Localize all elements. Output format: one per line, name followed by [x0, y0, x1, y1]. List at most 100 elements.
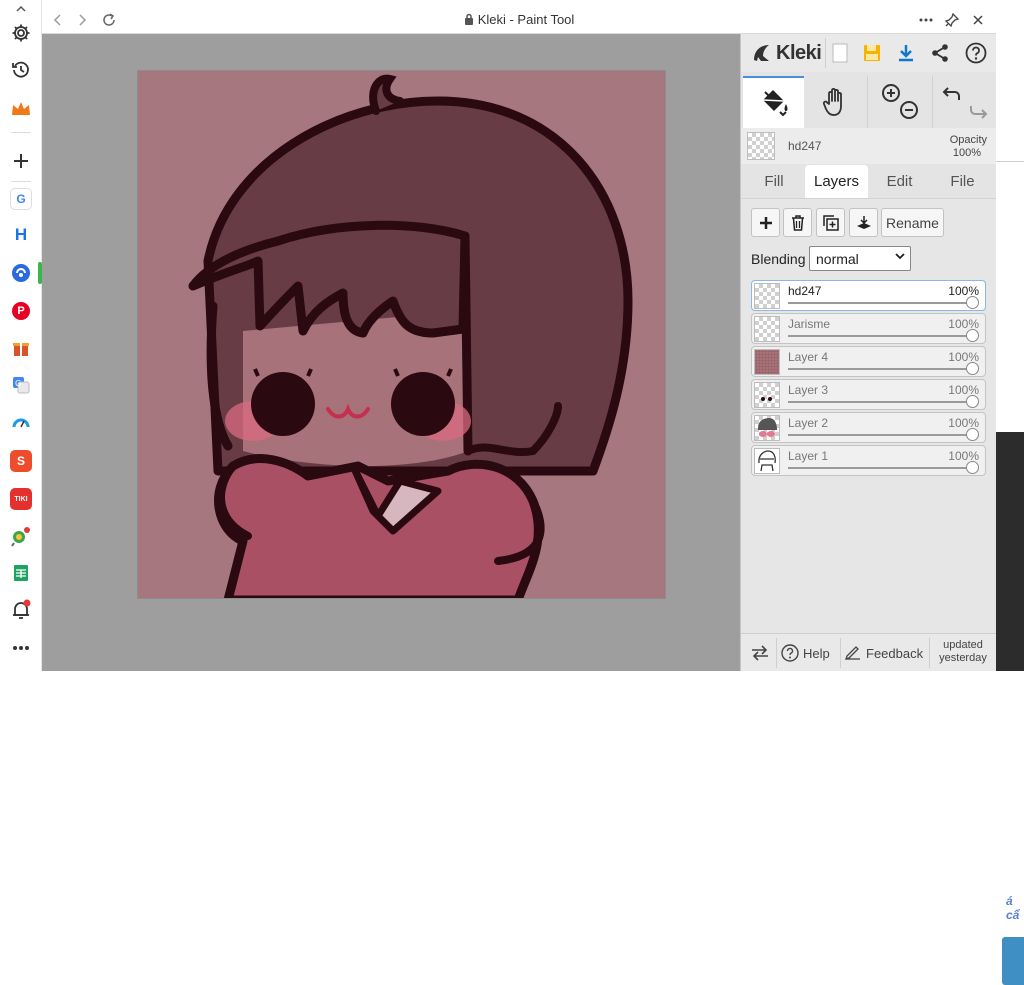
pinterest-icon-label: P	[12, 302, 30, 320]
paint-bucket-tool[interactable]	[743, 76, 804, 128]
footer-divider	[776, 638, 777, 668]
pin-icon[interactable]	[942, 10, 962, 30]
help-circle-icon[interactable]	[963, 40, 989, 66]
help-button[interactable]: Help	[781, 634, 830, 672]
feedback-label: Feedback	[866, 645, 924, 661]
settings-icon[interactable]	[6, 18, 36, 48]
collapse-arrow-icon[interactable]	[6, 2, 36, 16]
sidebar-divider	[11, 181, 31, 182]
h-app-icon[interactable]: H	[6, 220, 36, 250]
notification-bell-icon[interactable]	[6, 595, 36, 625]
blending-mode-select[interactable]: normal	[809, 246, 911, 271]
layer-thumbnail	[754, 382, 780, 408]
layer-row-layer-2[interactable]: Layer 2 100%	[751, 412, 986, 443]
layer-opacity-handle[interactable]	[966, 428, 979, 441]
blending-mode-value: normal	[816, 250, 859, 267]
layer-row-jarisme[interactable]: Jarisme 100%	[751, 313, 986, 344]
layer-row-layer-1[interactable]: Layer 1 100%	[751, 445, 986, 476]
layer-row-layer-3[interactable]: Layer 3 100%	[751, 379, 986, 410]
save-icon[interactable]	[859, 40, 885, 66]
window-title-bar: Kleki - Paint Tool	[42, 6, 996, 34]
add-icon[interactable]	[6, 146, 36, 176]
layers-tab-content: Rename Blending normal hd247 100% Jarism…	[741, 198, 997, 633]
shopee-icon[interactable]: S	[6, 446, 36, 476]
kleki-logo-icon	[754, 45, 769, 61]
feedback-icon	[845, 646, 861, 660]
layer-thumbnail	[754, 283, 780, 309]
layer-thumbnail	[754, 349, 780, 375]
swap-side-icon[interactable]	[751, 634, 769, 672]
kleki-logo[interactable]: Kleki	[751, 40, 822, 66]
layer-opacity-handle[interactable]	[966, 461, 979, 474]
layer-name: Layer 3	[788, 383, 829, 397]
opacity-value[interactable]: 100%	[953, 147, 981, 159]
layer-opacity-handle[interactable]	[966, 296, 979, 309]
canvas-area[interactable]	[42, 34, 740, 671]
pinterest-icon[interactable]: P	[6, 296, 36, 326]
gift-app-icon[interactable]	[6, 333, 36, 363]
rename-layer-button[interactable]: Rename	[881, 208, 944, 237]
tiki-icon[interactable]: TIKI	[6, 484, 36, 514]
layer-opacity-slider[interactable]	[788, 302, 971, 304]
more-options-icon[interactable]	[916, 10, 936, 30]
background-text: á cẩ	[1006, 894, 1020, 922]
current-layer-info: hd247 Opacity 100%	[741, 128, 997, 164]
crown-icon[interactable]	[6, 94, 36, 124]
layer-name: Layer 4	[788, 350, 829, 364]
kleki-side-panel: Kleki hd247 Opacity 100% Fill Layers Edi…	[740, 34, 997, 671]
merge-layer-button[interactable]	[849, 208, 878, 237]
layer-opacity-slider[interactable]	[788, 335, 971, 337]
layer-name: Layer 2	[788, 416, 829, 430]
speedtest-icon[interactable]	[6, 408, 36, 438]
new-image-icon[interactable]	[827, 40, 853, 66]
background-page: á cẩ	[996, 0, 1024, 985]
layer-opacity-slider[interactable]	[788, 368, 971, 370]
update-status[interactable]: updated yesterday	[933, 639, 993, 665]
delete-layer-button[interactable]	[783, 208, 812, 237]
window-title-text: Kleki - Paint Tool	[477, 12, 575, 27]
layer-opacity-handle[interactable]	[966, 329, 979, 342]
h-app-icon-label: H	[10, 224, 32, 246]
layer-opacity-handle[interactable]	[966, 362, 979, 375]
duplicate-layer-button[interactable]	[816, 208, 845, 237]
panel-footer: Help Feedback updated yesterday	[741, 633, 997, 671]
layer-opacity-handle[interactable]	[966, 395, 979, 408]
help-label: Help	[803, 645, 830, 661]
undo-redo-tool[interactable]	[932, 76, 997, 128]
undo-redo-icon	[942, 87, 988, 119]
more-icon[interactable]	[6, 633, 36, 663]
drawing-canvas[interactable]	[137, 70, 666, 599]
layer-opacity-slider[interactable]	[788, 467, 971, 469]
tab-fill[interactable]: Fill	[743, 165, 805, 198]
layer-row-hd247[interactable]: hd247 100%	[751, 280, 986, 311]
paint-bucket-icon	[762, 90, 787, 117]
kleki-header: Kleki	[741, 34, 997, 72]
background-dark-section: á cẩ	[996, 432, 1024, 985]
tab-layers[interactable]: Layers	[805, 165, 868, 198]
header-divider	[825, 38, 826, 68]
add-layer-button[interactable]	[751, 208, 780, 237]
layer-opacity-slider[interactable]	[788, 401, 971, 403]
history-icon[interactable]	[6, 55, 36, 85]
hand-tool[interactable]	[804, 76, 867, 128]
tab-edit[interactable]: Edit	[868, 165, 931, 198]
google-translate-icon[interactable]: G	[6, 370, 36, 400]
lollipop-app-icon[interactable]	[6, 521, 36, 551]
layer-row-layer-4[interactable]: Layer 4 100%	[751, 346, 986, 377]
update-status-line1: updated	[943, 639, 983, 651]
zoom-tool[interactable]	[867, 76, 932, 128]
tiki-icon-label: TIKI	[10, 488, 32, 510]
feedback-button[interactable]: Feedback	[845, 634, 923, 672]
translate-app-icon[interactable]	[6, 258, 36, 288]
tab-file[interactable]: File	[931, 165, 994, 198]
merge-down-icon	[856, 215, 871, 229]
tool-row	[741, 76, 997, 128]
background-blue-button[interactable]	[1002, 937, 1024, 985]
close-icon[interactable]	[968, 10, 988, 30]
layer-opacity-slider[interactable]	[788, 434, 971, 436]
share-icon[interactable]	[927, 40, 953, 66]
opacity-label: Opacity	[949, 134, 987, 146]
sheets-icon[interactable]	[6, 558, 36, 588]
download-icon[interactable]	[893, 40, 919, 66]
google-icon[interactable]: G	[6, 184, 36, 214]
